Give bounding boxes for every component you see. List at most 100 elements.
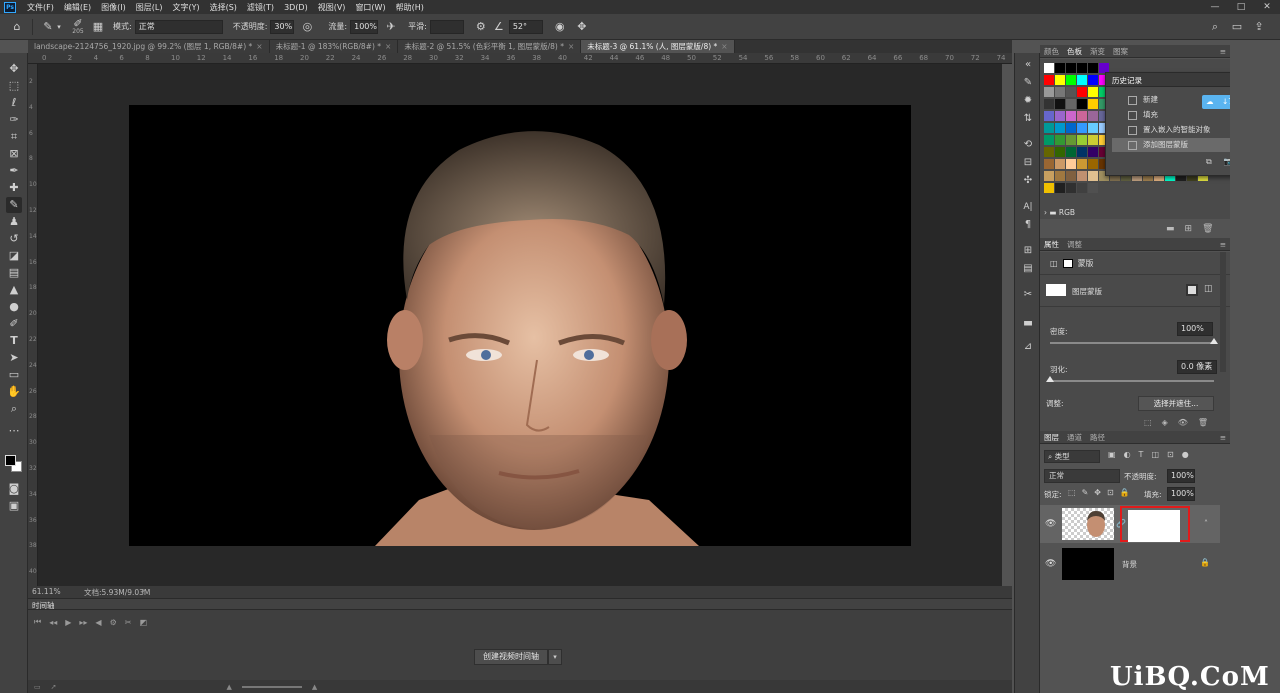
lock-transparency-icon[interactable]: ⬚ (1068, 488, 1076, 497)
blend-mode-select[interactable]: 正常 (1044, 469, 1120, 483)
color-swatch[interactable] (1066, 111, 1076, 121)
lock-artboard-icon[interactable]: ⊡ (1107, 488, 1114, 497)
color-swatch[interactable] (1066, 159, 1076, 169)
panel-menu-icon[interactable]: ≡ (1216, 47, 1230, 56)
collapse-icon[interactable]: « (1020, 57, 1036, 73)
document-tab[interactable]: 未标题-2 @ 51.5% (色彩平衡 1, 图层蒙版/8) * × (398, 40, 582, 53)
density-slider[interactable] (1050, 342, 1214, 344)
new-document-from-state-icon[interactable]: ⧉ (1206, 157, 1212, 167)
tab-gradients[interactable]: 渐变 (1086, 46, 1109, 57)
fx-chevron-icon[interactable]: ˄ (1204, 519, 1208, 528)
color-swatch[interactable] (1055, 171, 1065, 181)
color-swatch[interactable] (1044, 147, 1054, 157)
color-swatch[interactable] (1066, 135, 1076, 145)
color-swatch[interactable] (1088, 111, 1098, 121)
swatch-group-rgb[interactable]: › ▬ RGB (1044, 208, 1220, 220)
color-swatch[interactable] (1077, 171, 1087, 181)
color-swatch[interactable] (1055, 63, 1065, 73)
smoothing-input[interactable] (429, 19, 464, 34)
render-icon[interactable]: ➚ (51, 683, 57, 691)
color-swatch[interactable] (1044, 87, 1054, 97)
close-icon[interactable]: × (721, 42, 727, 51)
delete-icon[interactable]: 🗑 (1198, 418, 1208, 427)
panel-menu-icon[interactable]: ≡ (1216, 240, 1230, 249)
visibility-icon[interactable]: 👁 (1178, 418, 1188, 427)
document-tab[interactable]: landscape-2124756_1920.jpg @ 99.2% (图层 1… (28, 40, 270, 53)
stamp-tool-icon[interactable]: ♟ (6, 214, 22, 230)
close-button[interactable]: ✕ (1254, 2, 1280, 12)
color-swatch[interactable] (1044, 111, 1054, 121)
color-swatch[interactable] (1088, 63, 1098, 73)
menu-window[interactable]: 窗口(W) (350, 2, 390, 13)
color-swatch[interactable] (1077, 147, 1087, 157)
color-swatch[interactable] (1055, 159, 1065, 169)
transition-icon[interactable]: ◩ (139, 618, 147, 627)
create-video-timeline-button[interactable]: 创建视频时间轴 (474, 649, 548, 665)
type-tool-icon[interactable]: T (6, 333, 22, 349)
color-swatch[interactable] (1044, 123, 1054, 133)
timeline-zoom-slider[interactable] (241, 685, 302, 688)
brush-size-picker[interactable]: ✐ 205 (71, 18, 85, 35)
color-swatch[interactable] (1077, 111, 1087, 121)
panel-menu-icon[interactable]: ≡ (1216, 433, 1230, 442)
load-selection-icon[interactable]: ⬚ (1144, 418, 1152, 427)
brush-panel-icon[interactable]: ▦ (91, 20, 105, 34)
color-swatch[interactable] (1077, 135, 1087, 145)
first-frame-icon[interactable]: ⏮ (34, 617, 41, 627)
tab-patterns[interactable]: 图案 (1109, 46, 1132, 57)
healing-tool-icon[interactable]: ✚ (6, 180, 22, 196)
mask-thumbnail[interactable] (1046, 284, 1066, 296)
tab-adjustments[interactable]: 调整 (1063, 239, 1086, 250)
dodge-tool-icon[interactable]: ● (6, 299, 22, 315)
audio-icon[interactable]: ◀ (95, 618, 101, 627)
tab-color[interactable]: 颜色 (1040, 46, 1063, 57)
tab-layers[interactable]: 图层 (1040, 432, 1063, 443)
color-swatch[interactable] (1077, 123, 1087, 133)
tab-channels[interactable]: 通道 (1063, 432, 1086, 443)
color-swatch[interactable] (1066, 123, 1076, 133)
color-swatch[interactable] (1077, 183, 1087, 193)
menu-edit[interactable]: 编辑(E) (59, 2, 96, 13)
foreground-color[interactable] (5, 455, 16, 466)
feather-slider[interactable] (1050, 380, 1214, 382)
menu-image[interactable]: 图像(I) (96, 2, 131, 13)
color-swatch[interactable] (1044, 159, 1054, 169)
color-swatch[interactable] (1044, 75, 1054, 85)
menu-filter[interactable]: 滤镜(T) (242, 2, 279, 13)
brush-tool-icon[interactable]: ✎ (6, 197, 22, 213)
vector-mask-icon[interactable]: ◫ (1204, 284, 1213, 294)
opacity-input[interactable]: 30% (270, 19, 295, 34)
color-swatch[interactable] (1066, 147, 1076, 157)
document-tab[interactable]: 未标题-3 @ 61.1% (人, 图层蒙版/8) * × (581, 40, 735, 53)
color-swatch[interactable] (1088, 147, 1098, 157)
pressure-opacity-icon[interactable]: ◎ (300, 20, 314, 34)
select-and-mask-button[interactable]: 选择并遮住... (1138, 396, 1214, 411)
adjustments-icon[interactable]: ⇅ (1020, 111, 1036, 127)
smart-filter-icon[interactable]: ⊡ (1167, 450, 1174, 459)
lock-all-icon[interactable]: 🔒 (1120, 488, 1130, 497)
color-swatch[interactable] (1088, 99, 1098, 109)
tab-paths[interactable]: 路径 (1086, 432, 1109, 443)
lasso-tool-icon[interactable]: ℓ (6, 95, 22, 111)
brush-preset-icon[interactable]: ✎ (41, 20, 55, 34)
zoom-out-icon[interactable]: ▲ (227, 683, 232, 691)
color-swatch[interactable] (1066, 99, 1076, 109)
eyedropper-tool-icon[interactable]: ✒ (6, 163, 22, 179)
play-icon[interactable]: ▶ (65, 618, 71, 627)
color-swatch[interactable] (1055, 135, 1065, 145)
delete-icon[interactable]: 🗑 (1202, 224, 1213, 234)
color-swatch[interactable] (1055, 123, 1065, 133)
menu-file[interactable]: 文件(F) (22, 2, 59, 13)
menu-select[interactable]: 选择(S) (205, 2, 242, 13)
color-swatch[interactable] (1044, 63, 1054, 73)
color-swatch[interactable] (1044, 183, 1054, 193)
apply-mask-icon[interactable]: ◈ (1162, 418, 1168, 427)
menu-3d[interactable]: 3D(D) (279, 3, 313, 12)
properties-scrollbar[interactable] (1220, 252, 1226, 372)
tab-swatches[interactable]: 色板 (1063, 46, 1086, 57)
gradient-tool-icon[interactable]: ▤ (6, 265, 22, 281)
layer-opacity-input[interactable]: 100% (1167, 469, 1195, 483)
history-brush-tool-icon[interactable]: ↺ (6, 231, 22, 247)
info-icon[interactable]: ⊿ (1020, 339, 1036, 355)
zoom-level[interactable]: 61.11% (32, 587, 61, 596)
